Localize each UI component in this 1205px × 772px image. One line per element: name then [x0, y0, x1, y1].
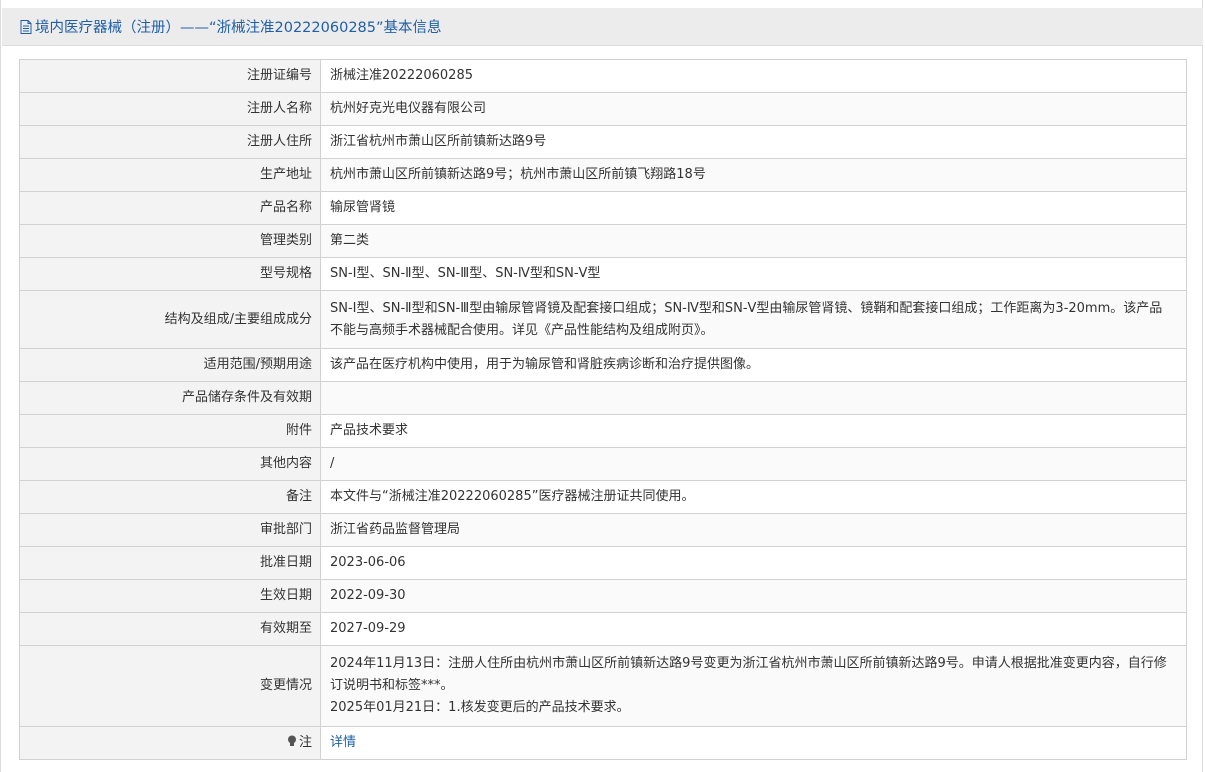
note-label: 注	[298, 735, 312, 750]
table-row: 生产地址 杭州市萧山区所前镇新达路9号；杭州市萧山区所前镇飞翔路18号	[19, 158, 1187, 192]
table-row: 产品名称 输尿管肾镜	[19, 191, 1187, 225]
table-row: 审批部门 浙江省药品监督管理局	[19, 513, 1187, 547]
row-value: 杭州市萧山区所前镇新达路9号；杭州市萧山区所前镇飞翔路18号	[320, 158, 1187, 192]
page-title: 境内医疗器械（注册）——“浙械注准20222060285”基本信息	[35, 20, 442, 36]
page-header: 境内医疗器械（注册）——“浙械注准20222060285”基本信息	[2, 8, 1203, 46]
row-label: 适用范围/预期用途	[19, 348, 321, 382]
table-row: 备注 本文件与“浙械注准20222060285”医疗器械注册证共同使用。	[19, 480, 1187, 514]
row-value: SN-Ⅰ型、SN-Ⅱ型和SN-Ⅲ型由输尿管肾镜及配套接口组成；SN-Ⅳ型和SN-…	[320, 290, 1187, 349]
change-entry: 2025年01月21日：1.核发变更后的产品技术要求。	[330, 700, 630, 715]
page-frame: 境内医疗器械（注册）——“浙械注准20222060285”基本信息 注册证编号 …	[0, 0, 1203, 772]
table-row: 注册证编号 浙械注准20222060285	[19, 59, 1187, 93]
row-value: 2022-09-30	[320, 579, 1187, 613]
row-value	[320, 381, 1187, 415]
row-value: 输尿管肾镜	[320, 191, 1187, 225]
row-label: 有效期至	[19, 612, 321, 646]
row-label: 结构及组成/主要组成成分	[19, 290, 321, 349]
table-row: 批准日期 2023-06-06	[19, 546, 1187, 580]
table-row: 结构及组成/主要组成成分 SN-Ⅰ型、SN-Ⅱ型和SN-Ⅲ型由输尿管肾镜及配套接…	[19, 290, 1187, 349]
info-table: 注册证编号 浙械注准20222060285 注册人名称 杭州好克光电仪器有限公司…	[19, 59, 1187, 760]
table-row: 注册人名称 杭州好克光电仪器有限公司	[19, 92, 1187, 126]
document-icon	[20, 19, 32, 34]
row-value: SN-Ⅰ型、SN-Ⅱ型、SN-Ⅲ型、SN-Ⅳ型和SN-Ⅴ型	[320, 257, 1187, 291]
row-value: 2027-09-29	[320, 612, 1187, 646]
row-label: 注册人名称	[19, 92, 321, 126]
row-label: 其他内容	[19, 447, 321, 481]
row-label-note: 注	[19, 726, 321, 760]
row-label: 生产地址	[19, 158, 321, 192]
table-row: 管理类别 第二类	[19, 224, 1187, 258]
row-label: 附件	[19, 414, 321, 448]
details-link[interactable]: 详情	[330, 735, 356, 750]
table-row: 适用范围/预期用途 该产品在医疗机构中使用，用于为输尿管和肾脏疾病诊断和治疗提供…	[19, 348, 1187, 382]
row-label: 产品储存条件及有效期	[19, 381, 321, 415]
lightbulb-icon	[287, 733, 297, 746]
table-row: 注 详情	[19, 726, 1187, 760]
row-value: 产品技术要求	[320, 414, 1187, 448]
row-label: 产品名称	[19, 191, 321, 225]
table-row: 生效日期 2022-09-30	[19, 579, 1187, 613]
table-row: 注册人住所 浙江省杭州市萧山区所前镇新达路9号	[19, 125, 1187, 159]
row-label: 生效日期	[19, 579, 321, 613]
row-value: 第二类	[320, 224, 1187, 258]
row-label: 管理类别	[19, 224, 321, 258]
table-row: 产品储存条件及有效期	[19, 381, 1187, 415]
change-history: 2024年11月13日：注册人住所由杭州市萧山区所前镇新达路9号变更为浙江省杭州…	[320, 645, 1187, 727]
row-value: 浙江省杭州市萧山区所前镇新达路9号	[320, 125, 1187, 159]
change-entry: 2024年11月13日：注册人住所由杭州市萧山区所前镇新达路9号变更为浙江省杭州…	[330, 656, 1167, 693]
row-value: 详情	[320, 726, 1187, 760]
table-row: 型号规格 SN-Ⅰ型、SN-Ⅱ型、SN-Ⅲ型、SN-Ⅳ型和SN-Ⅴ型	[19, 257, 1187, 291]
row-label: 注册证编号	[19, 59, 321, 93]
row-value: 浙械注准20222060285	[320, 59, 1187, 93]
row-label: 注册人住所	[19, 125, 321, 159]
row-label: 型号规格	[19, 257, 321, 291]
row-label: 备注	[19, 480, 321, 514]
row-value: 该产品在医疗机构中使用，用于为输尿管和肾脏疾病诊断和治疗提供图像。	[320, 348, 1187, 382]
table-row: 变更情况 2024年11月13日：注册人住所由杭州市萧山区所前镇新达路9号变更为…	[19, 645, 1187, 727]
table-row: 有效期至 2027-09-29	[19, 612, 1187, 646]
table-row: 附件 产品技术要求	[19, 414, 1187, 448]
row-value: 本文件与“浙械注准20222060285”医疗器械注册证共同使用。	[320, 480, 1187, 514]
row-label: 变更情况	[19, 645, 321, 727]
row-label: 审批部门	[19, 513, 321, 547]
table-row: 其他内容 /	[19, 447, 1187, 481]
row-value: 杭州好克光电仪器有限公司	[320, 92, 1187, 126]
row-value: 浙江省药品监督管理局	[320, 513, 1187, 547]
row-label: 批准日期	[19, 546, 321, 580]
row-value: /	[320, 447, 1187, 481]
row-value: 2023-06-06	[320, 546, 1187, 580]
